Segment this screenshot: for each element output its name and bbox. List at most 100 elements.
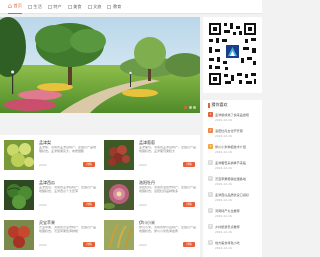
hot-article-item[interactable]: 4 孟津葡萄采摘季节来临 2022-12-16 <box>208 159 262 174</box>
hot-article-item[interactable]: 3 伊川小米种植技术介绍 2022-12-16 <box>208 143 262 158</box>
hot-article-item[interactable]: 5 灵宝苹果畅销全国各地 2022-12-16 <box>208 175 262 190</box>
hot-article-title[interactable]: 孟津葡萄采摘季节来临 <box>215 160 261 165</box>
hot-article-item[interactable]: 6 孟津西瓜品质优良口感好 2022-12-16 <box>208 191 262 206</box>
nav-item-label: 美食 <box>73 3 82 9</box>
rank-badge: 3 <box>208 144 213 149</box>
details-button[interactable]: 详情 <box>183 242 195 247</box>
product-card[interactable]: 孟津梨 孟津梨，河南省孟津县特产，全国农产品地理标志。孟津梨果实大，肉质细脆 2… <box>0 137 100 177</box>
product-image <box>104 220 134 250</box>
product-image <box>4 220 34 250</box>
hot-article-date: 2022-12-16 <box>215 198 232 202</box>
rank-badge: 4 <box>208 160 213 165</box>
details-button[interactable]: 详情 <box>83 162 95 167</box>
home-icon <box>8 4 12 8</box>
hot-article-title[interactable]: 孟津梨成熟了快来品尝吧 <box>215 112 261 117</box>
hot-article-date: 2022-12-16 <box>215 150 232 154</box>
hot-article-date: 2022-12-16 <box>215 182 232 186</box>
product-date: 2022 <box>139 163 147 167</box>
page: 首页 生活 特产 美食 文旅 教育 孟津梨 孟津梨，河南省孟津县特产，全国农产品… <box>0 0 262 257</box>
product-description: 伊川小米，河南省伊川县特产，全国农产品地理标志。伊川小米色泽金黄 <box>139 226 197 233</box>
nav-item-label: 教育 <box>112 3 122 9</box>
hot-article-item[interactable]: 1 孟津梨成熟了快来品尝吧 2022-12-16 <box>208 111 262 126</box>
top-nav: 首页 生活 特产 美食 文旅 教育 <box>0 0 262 14</box>
hot-article-title[interactable]: 伊川小米种植技术介绍 <box>215 144 261 149</box>
nav-item-specialty[interactable]: 特产 <box>47 0 62 14</box>
hot-article-item[interactable]: 7 河南特产大全推荐 2022-12-16 <box>208 207 262 222</box>
details-button[interactable]: 详情 <box>83 242 95 247</box>
rank-badge: 9 <box>208 240 213 245</box>
banner-slideshow[interactable] <box>0 17 200 113</box>
details-button[interactable]: 详情 <box>183 202 195 207</box>
banner-image <box>0 17 200 113</box>
heading-accent-bar <box>208 102 210 108</box>
hot-article-date: 2022-12-16 <box>215 246 232 250</box>
product-card[interactable]: 伊川小米 伊川小米，河南省伊川县特产，全国农产品地理标志。伊川小米色泽金黄 20… <box>100 217 200 257</box>
hot-article-title[interactable]: 地方美食特色小吃 <box>215 240 261 245</box>
product-description: 孟津西瓜，河南省孟津县特产，全国农产品地理标志。孟津西瓜个大皮薄 <box>39 186 97 193</box>
hot-article-date: 2022-12-16 <box>215 230 232 234</box>
rank-badge: 2 <box>208 128 213 133</box>
product-list: 孟津梨 孟津梨，河南省孟津县特产，全国农产品地理标志。孟津梨果实大，肉质细脆 2… <box>0 135 200 257</box>
nav-item-culture[interactable]: 文旅 <box>87 0 102 14</box>
hot-article-title[interactable]: 孟津西瓜品质优良口感好 <box>215 192 261 197</box>
product-card[interactable]: 灵宝苹果 灵宝苹果，河南省灵宝市特产，全国农产品地理标志。灵宝苹果色泽鲜艳 20… <box>0 217 100 257</box>
book-icon <box>87 4 92 9</box>
product-image <box>4 140 34 170</box>
hot-articles-title: 猜你喜欢 <box>211 102 228 107</box>
hot-article-title[interactable]: 洛阳牡丹文化节开幕 <box>215 128 261 133</box>
hot-article-title[interactable]: 乡村旅游景点推荐 <box>215 224 261 229</box>
rank-badge: 6 <box>208 192 213 197</box>
hot-article-date: 2022-12-16 <box>215 214 232 218</box>
hot-article-title[interactable]: 河南特产大全推荐 <box>215 208 261 213</box>
nav-item-label: 文旅 <box>93 3 102 9</box>
banner-dot[interactable] <box>184 106 187 109</box>
rank-badge: 5 <box>208 176 213 181</box>
rank-badge: 7 <box>208 208 213 213</box>
hot-article-date: 2022-12-16 <box>215 166 232 170</box>
product-date: 2022 <box>39 243 47 247</box>
product-image <box>104 140 134 170</box>
nav-item-education[interactable]: 教育 <box>107 0 121 14</box>
hot-article-title[interactable]: 灵宝苹果畅销全国各地 <box>215 176 261 181</box>
book-icon <box>28 4 32 9</box>
nav-item-label: 特产 <box>53 3 62 9</box>
main-column: 孟津梨 孟津梨，河南省孟津县特产，全国农产品地理标志。孟津梨果实大，肉质细脆 2… <box>0 17 200 257</box>
product-description: 孟津梨，河南省孟津县特产，全国农产品地理标志。孟津梨果实大，肉质细脆 <box>39 146 97 153</box>
product-date: 2022 <box>39 203 47 207</box>
hot-article-date: 2022-12-16 <box>215 118 232 122</box>
product-date: 2022 <box>139 203 147 207</box>
book-icon <box>47 4 52 9</box>
product-date: 2022 <box>39 163 47 167</box>
product-description: 洛阳牡丹，河南省洛阳市特产，全国农产品地理标志。洛阳牡丹品种繁多 <box>139 186 197 193</box>
banner-dot[interactable] <box>193 106 196 109</box>
hot-article-date: 2022-12-16 <box>215 134 232 138</box>
product-card[interactable]: 孟津葡萄 孟津葡萄，河南省孟津县特产，全国农产品地理标志。孟津葡萄果粒大 202… <box>100 137 200 177</box>
banner-dot[interactable] <box>188 106 192 109</box>
product-description: 孟津葡萄，河南省孟津县特产，全国农产品地理标志。孟津葡萄果粒大 <box>139 146 197 153</box>
hot-article-item[interactable]: 8 乡村旅游景点推荐 2022-12-16 <box>208 223 262 238</box>
rank-badge: 8 <box>208 224 213 229</box>
nav-item-home[interactable]: 首页 <box>8 0 22 14</box>
book-icon <box>67 4 72 9</box>
book-icon <box>107 4 112 9</box>
details-button[interactable]: 详情 <box>183 162 195 167</box>
hot-article-item[interactable]: 9 地方美食特色小吃 2022-12-16 <box>208 239 262 254</box>
qr-code-image <box>207 21 258 87</box>
nav-item-food[interactable]: 美食 <box>67 0 82 14</box>
banner-pagination <box>184 106 196 109</box>
qr-code-panel <box>203 17 262 93</box>
product-image <box>4 180 34 210</box>
nav-item-life[interactable]: 生活 <box>28 0 42 14</box>
hot-article-item[interactable]: 2 洛阳牡丹文化节开幕 2022-12-16 <box>208 127 262 142</box>
hot-articles-heading: 猜你喜欢 <box>208 102 228 108</box>
product-card[interactable]: 洛阳牡丹 洛阳牡丹，河南省洛阳市特产，全国农产品地理标志。洛阳牡丹品种繁多 20… <box>100 177 200 217</box>
rank-badge: 1 <box>208 112 213 117</box>
details-button[interactable]: 详情 <box>83 202 95 207</box>
product-description: 灵宝苹果，河南省灵宝市特产，全国农产品地理标志。灵宝苹果色泽鲜艳 <box>39 226 97 233</box>
sidebar: 猜你喜欢 1 孟津梨成熟了快来品尝吧 2022-12-16 2 洛阳牡丹文化节开… <box>203 17 262 257</box>
nav-item-label: 首页 <box>13 3 22 8</box>
product-image <box>104 180 134 210</box>
product-card[interactable]: 孟津西瓜 孟津西瓜，河南省孟津县特产，全国农产品地理标志。孟津西瓜个大皮薄 20… <box>0 177 100 217</box>
product-date: 2022 <box>139 243 147 247</box>
nav-item-label: 生活 <box>33 3 42 9</box>
